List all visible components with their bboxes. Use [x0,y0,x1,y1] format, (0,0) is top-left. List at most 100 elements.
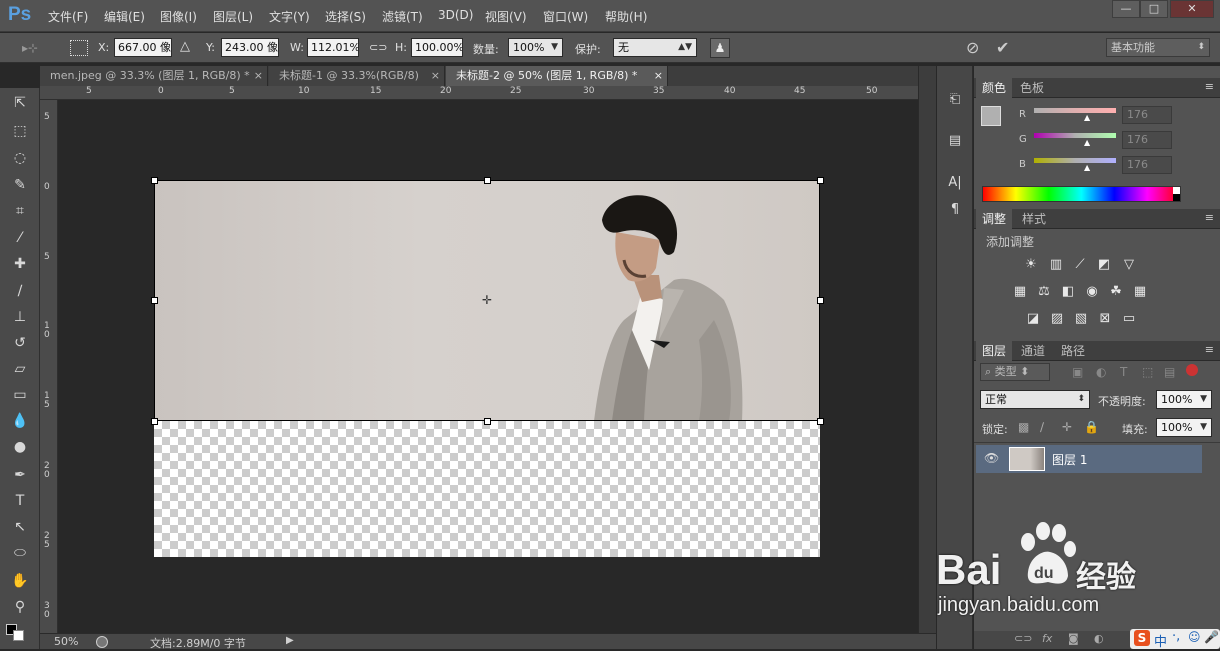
lock-move-icon[interactable]: ✛ [1062,420,1072,434]
brightness-icon[interactable]: ☀ [1022,256,1040,274]
r-slider-thumb-icon[interactable]: ▲ [1084,113,1090,122]
transform-handle-tc[interactable] [484,177,491,184]
canvas-area[interactable]: ✛ [58,100,918,633]
menu-type[interactable]: 文字(Y) [269,8,310,25]
menu-image[interactable]: 图像(I) [160,8,197,25]
y-input[interactable]: 243.00 像 [221,38,279,57]
link-layers-icon[interactable]: ⊂⊃ [1014,632,1032,645]
emoji-icon[interactable]: ☺ [1188,630,1201,644]
layer-name[interactable]: 图层 1 [1052,451,1087,468]
exposure-icon[interactable]: ◩ [1095,256,1113,274]
transform-handle-bc[interactable] [484,418,491,425]
b-slider[interactable] [1034,158,1116,163]
selective-color-icon[interactable]: ⊠ [1096,310,1114,328]
status-menu-arrow-icon[interactable]: ▶ [286,635,294,646]
transform-center-icon[interactable]: ✛ [482,293,492,307]
levels-icon[interactable]: ▥ [1047,256,1065,274]
marquee-tool-icon[interactable]: ⬚ [6,120,34,142]
lasso-tool-icon[interactable]: ◌ [6,147,34,169]
menu-filter[interactable]: 滤镜(T) [382,8,423,25]
eye-icon[interactable]: 👁 [984,451,999,465]
stamp-tool-icon[interactable]: ⊥ [6,306,34,328]
invert-icon[interactable]: ◪ [1024,310,1042,328]
protect-select[interactable]: 无 ▲▼ [613,38,697,57]
lock-all-icon[interactable]: 🔒 [1084,420,1099,434]
pen-tool-icon[interactable]: ✒ [6,464,34,486]
close-icon[interactable]: × [431,66,440,86]
filter-toggle-icon[interactable] [1186,364,1198,376]
w-input[interactable]: 112.01% [307,38,359,57]
x-input[interactable]: 667.00 像 [114,38,172,57]
history-brush-icon[interactable]: ↺ [6,332,34,354]
tab-styles[interactable]: 样式 [1016,209,1052,229]
maximize-button[interactable]: □ [1140,0,1168,18]
menu-help[interactable]: 帮助(H) [605,8,647,25]
g-slider[interactable] [1034,133,1116,138]
ime-lang[interactable]: 中 [1154,631,1167,650]
healing-brush-icon[interactable]: ✚ [6,253,34,275]
amount-select[interactable]: 100% ▼ [508,38,563,57]
dodge-tool-icon[interactable]: ● [6,436,34,458]
workspace-select[interactable]: 基本功能 ⬍ [1106,38,1210,57]
tab-untitled-1[interactable]: 未标题-1 @ 33.3%(RGB/8) × [269,66,445,86]
background-color-swatch[interactable] [13,630,24,641]
g-value-input[interactable]: 176 [1122,131,1172,149]
paragraph-panel-icon[interactable]: ¶ [943,198,967,222]
tab-untitled-2[interactable]: 未标题-2 @ 50% (图层 1, RGB/8) * × [446,66,668,86]
transform-handle-bl[interactable] [151,418,158,425]
history-panel-icon[interactable]: ⎗ [943,88,967,112]
eraser-tool-icon[interactable]: ▱ [6,358,34,380]
close-icon[interactable]: × [254,66,263,86]
menu-view[interactable]: 视图(V) [485,8,527,25]
filter-shape-icon[interactable]: ⬚ [1142,365,1153,379]
fill-input[interactable]: 100% ▼ [1156,418,1212,437]
menu-layer[interactable]: 图层(L) [213,8,253,25]
properties-panel-icon[interactable]: ▤ [943,129,967,153]
fx-icon[interactable]: fx [1042,632,1052,645]
transform-handle-mr[interactable] [817,297,824,304]
layer-filter-select[interactable]: ⌕ 类型 ⬍ [980,363,1050,381]
curves-icon[interactable]: ⟋ [1071,256,1089,274]
gradient-tool-icon[interactable]: ▭ [6,384,34,406]
punct-icon[interactable]: ·, [1172,629,1180,644]
transform-handle-tr[interactable] [817,177,824,184]
transform-handle-ml[interactable] [151,297,158,304]
vertical-scrollbar[interactable] [918,66,936,633]
transform-handle-tl[interactable] [151,177,158,184]
tab-men-jpeg[interactable]: men.jpeg @ 33.3% (图层 1, RGB/8) * × [40,66,268,86]
panel-menu-icon[interactable]: ≡ [1205,211,1214,224]
transform-handle-br[interactable] [817,418,824,425]
eyedropper-tool-icon[interactable]: ⁄ [6,227,34,249]
black-white-icon[interactable]: ◧ [1059,283,1077,301]
menu-window[interactable]: 窗口(W) [543,8,588,25]
link-icon[interactable]: ⊂⊃ [369,41,387,54]
vibrance-icon[interactable]: ▽ [1120,256,1138,274]
layer-row[interactable]: 👁 图层 1 [976,445,1202,473]
puppet-icon[interactable]: ♟ [710,38,730,58]
quick-select-tool-icon[interactable]: ✎ [6,174,34,196]
posterize-icon[interactable]: ▨ [1048,310,1066,328]
tab-channels[interactable]: 通道 [1015,341,1051,361]
mic-icon[interactable]: 🎤 [1204,630,1219,644]
foreground-color-swatch[interactable] [981,106,1001,126]
zoom-level[interactable]: 50% [54,635,78,648]
add-mask-icon[interactable]: ◙ [1068,632,1079,645]
crop-tool-icon[interactable]: ⌗ [6,200,34,222]
h-input[interactable]: 100.00% [411,38,463,57]
hue-saturation-icon[interactable]: ▦ [1011,283,1029,301]
color-lookup-icon[interactable]: ▦ [1131,283,1149,301]
color-balance-icon[interactable]: ⚖ [1035,283,1053,301]
lock-transparent-icon[interactable]: ▩ [1018,420,1029,434]
tab-paths[interactable]: 路径 [1055,341,1091,361]
hand-tool-icon[interactable]: ✋ [6,570,34,592]
minimize-button[interactable]: — [1112,0,1140,18]
tab-adjustments[interactable]: 调整 [976,209,1013,229]
move-tool-icon[interactable]: ▸⊹ [22,41,38,55]
panel-menu-icon[interactable]: ≡ [1205,343,1214,356]
tab-color[interactable]: 颜色 [976,78,1013,98]
filter-adjust-icon[interactable]: ◐ [1096,365,1106,379]
close-icon[interactable]: × [654,66,663,86]
photo-filter-icon[interactable]: ◉ [1083,283,1101,301]
filter-type-icon[interactable]: T [1120,365,1127,379]
zoom-tool-icon[interactable]: ⚲ [6,596,34,618]
